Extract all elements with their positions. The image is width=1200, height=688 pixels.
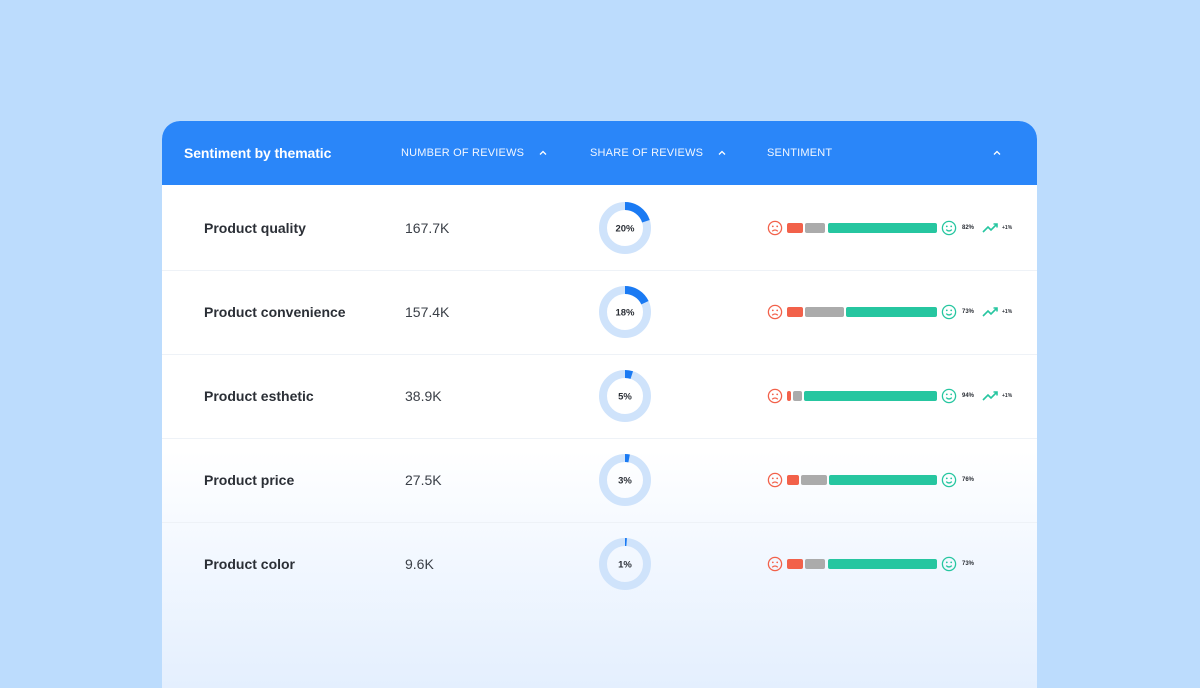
- column-header-reviews: NUMBER OF REVIEWS: [401, 147, 525, 159]
- happy-face-icon: [941, 556, 957, 572]
- sad-face-icon: [767, 472, 783, 488]
- chevron-up-icon: [539, 150, 547, 155]
- share-donut: 1%: [598, 522, 652, 606]
- happy-face-icon: [941, 472, 957, 488]
- table-row[interactable]: Product color 9.6K 1% 73%: [162, 522, 1037, 606]
- sad-face-icon: [767, 388, 783, 404]
- trend-value: +1%: [1002, 225, 1013, 231]
- trend-indicator: +1%: [982, 222, 1012, 234]
- sentiment-neutral-segment: [800, 475, 827, 485]
- sentiment-bar: [787, 559, 937, 569]
- share-label: 5%: [618, 392, 632, 403]
- column-header-share: SHARE OF REVIEWS: [590, 147, 704, 159]
- sentiment-cell: 73% +1%: [767, 270, 1012, 354]
- share-label: 18%: [615, 308, 635, 319]
- sentiment-cell: 73%: [767, 522, 1002, 606]
- thematic-name: Product price: [204, 472, 295, 488]
- sentiment-neutral-segment: [805, 307, 845, 317]
- share-label: 20%: [615, 224, 635, 235]
- trend-up-icon: [982, 391, 998, 401]
- table-title: Sentiment by thematic: [184, 145, 332, 161]
- sentiment-cell: 76%: [767, 438, 1002, 522]
- sort-reviews-button[interactable]: NUMBER OF REVIEWS: [401, 121, 548, 185]
- sentiment-neutral-segment: [805, 223, 826, 233]
- sentiment-bar: [787, 223, 937, 233]
- table-row[interactable]: Product price 27.5K 3% 76%: [162, 438, 1037, 523]
- share-donut: 20%: [598, 186, 652, 270]
- positive-percent: 73%: [962, 309, 975, 315]
- sort-sentiment-button[interactable]: [992, 121, 1002, 185]
- happy-face-icon: [941, 220, 957, 236]
- positive-percent: 76%: [962, 477, 975, 483]
- sentiment-positive-segment: [846, 307, 937, 317]
- sentiment-neutral-segment: [793, 391, 803, 401]
- share-label: 1%: [618, 560, 632, 571]
- thematic-name: Product esthetic: [204, 388, 314, 404]
- sad-face-icon: [767, 556, 783, 572]
- happy-face-icon: [941, 304, 957, 320]
- share-donut: 18%: [598, 270, 652, 354]
- sentiment-cell: 94% +1%: [767, 354, 1012, 438]
- share-donut: 3%: [598, 438, 652, 522]
- table-row[interactable]: Product esthetic 38.9K 5% 94% +1%: [162, 354, 1037, 439]
- sentiment-negative-segment: [787, 475, 799, 485]
- share-donut: 5%: [598, 354, 652, 438]
- sentiment-neutral-segment: [805, 559, 826, 569]
- thematic-name: Product convenience: [204, 304, 346, 320]
- positive-percent: 73%: [962, 561, 975, 567]
- sentiment-negative-segment: [787, 559, 804, 569]
- sentiment-positive-segment: [828, 475, 937, 485]
- table-row[interactable]: Product quality 167.7K 20% 82% +1%: [162, 186, 1037, 271]
- trend-indicator: +1%: [982, 306, 1012, 318]
- sentiment-bar: [787, 307, 937, 317]
- review-count: 27.5K: [405, 472, 442, 488]
- sentiment-positive-segment: [827, 559, 937, 569]
- trend-up-icon: [982, 307, 998, 317]
- sentiment-cell: 82% +1%: [767, 186, 1012, 270]
- positive-percent: 82%: [962, 225, 975, 231]
- sentiment-positive-segment: [827, 223, 937, 233]
- thematic-name: Product quality: [204, 220, 306, 236]
- trend-value: +1%: [1002, 309, 1013, 315]
- trend-up-icon: [982, 223, 998, 233]
- positive-percent: 94%: [962, 393, 975, 399]
- thematic-name: Product color: [204, 556, 296, 572]
- chevron-up-icon: [993, 150, 1001, 155]
- sentiment-card: Sentiment by thematic NUMBER OF REVIEWS …: [162, 121, 1037, 688]
- sort-share-button[interactable]: SHARE OF REVIEWS: [590, 121, 727, 185]
- column-header-sentiment-wrap: SENTIMENT: [767, 121, 832, 185]
- table-header: Sentiment by thematic NUMBER OF REVIEWS …: [162, 121, 1037, 185]
- happy-face-icon: [941, 388, 957, 404]
- sentiment-negative-segment: [787, 391, 792, 401]
- sad-face-icon: [767, 220, 783, 236]
- table-row[interactable]: Product convenience 157.4K 18% 73% +1%: [162, 270, 1037, 355]
- review-count: 9.6K: [405, 556, 434, 572]
- share-label: 3%: [618, 476, 632, 487]
- review-count: 167.7K: [405, 220, 450, 236]
- review-count: 38.9K: [405, 388, 442, 404]
- sad-face-icon: [767, 304, 783, 320]
- sentiment-negative-segment: [787, 307, 804, 317]
- sentiment-bar: [787, 391, 937, 401]
- trend-indicator: +1%: [982, 390, 1012, 402]
- column-header-sentiment: SENTIMENT: [767, 147, 833, 159]
- review-count: 157.4K: [405, 304, 450, 320]
- sentiment-positive-segment: [804, 391, 937, 401]
- chevron-up-icon: [718, 150, 726, 155]
- sentiment-negative-segment: [787, 223, 804, 233]
- trend-value: +1%: [1002, 393, 1013, 399]
- sentiment-bar: [787, 475, 937, 485]
